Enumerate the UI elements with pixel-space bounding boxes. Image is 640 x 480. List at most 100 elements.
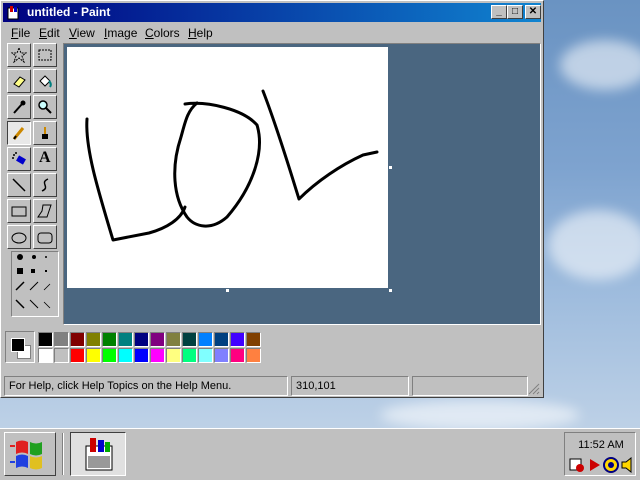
palette-swatch[interactable] [182, 348, 197, 363]
tool-select[interactable] [33, 43, 57, 67]
window-title: untitled - Paint [27, 5, 111, 19]
palette-swatch[interactable] [198, 348, 213, 363]
resize-handle-corner[interactable] [389, 289, 392, 292]
palette-swatch[interactable] [230, 348, 245, 363]
rounded-rect-icon [37, 232, 53, 244]
curve-icon [41, 178, 49, 192]
polygon-icon [37, 204, 52, 218]
brush-shape-options [15, 254, 51, 309]
palette-swatch[interactable] [38, 348, 53, 363]
tool-brush[interactable] [33, 121, 57, 145]
tool-rounded-rectangle[interactable] [33, 225, 57, 249]
eyedropper-icon [13, 100, 26, 114]
palette-swatch[interactable] [54, 348, 69, 363]
rectangle-icon [11, 206, 27, 217]
palette-swatch[interactable] [38, 332, 53, 347]
tool-rectangle[interactable] [7, 199, 31, 223]
palette-swatch[interactable] [102, 348, 117, 363]
menu-view[interactable]: View [69, 26, 95, 40]
menu-bar: File Edit View Image Colors Help [4, 23, 540, 43]
toolbox: A [7, 43, 59, 317]
palette-swatch[interactable] [150, 332, 165, 347]
scheduler-icon[interactable] [569, 457, 585, 473]
tool-polygon[interactable] [33, 199, 57, 223]
tool-fill[interactable] [33, 69, 57, 93]
paint-window: untitled - Paint _ □ ✕ File Edit View Im… [0, 0, 544, 398]
menu-help[interactable]: Help [188, 26, 213, 40]
resize-handle-right[interactable] [389, 166, 392, 169]
menu-edit[interactable]: Edit [39, 26, 60, 40]
palette-swatch[interactable] [118, 332, 133, 347]
palette-swatch[interactable] [150, 348, 165, 363]
network-icon[interactable] [603, 457, 619, 473]
palette-swatch[interactable] [230, 332, 245, 347]
ellipse-icon [11, 232, 27, 244]
tool-pencil[interactable] [7, 121, 31, 145]
text-icon: A [39, 149, 51, 166]
size-grip-icon[interactable] [528, 383, 540, 395]
star-select-icon [11, 47, 27, 63]
drawing-strokes [85, 89, 379, 242]
minimize-button[interactable]: _ [491, 5, 507, 19]
palette-swatch[interactable] [134, 348, 149, 363]
drawing-canvas[interactable] [67, 47, 388, 288]
status-bar: For Help, click Help Topics on the Help … [4, 376, 542, 396]
tool-eraser[interactable] [7, 69, 31, 93]
palette-swatch[interactable] [246, 348, 261, 363]
status-size [412, 376, 528, 396]
menu-image[interactable]: Image [104, 26, 137, 40]
tool-pick-color[interactable] [7, 95, 31, 119]
menu-colors[interactable]: Colors [145, 26, 180, 40]
palette-swatch[interactable] [102, 332, 117, 347]
volume-icon[interactable] [621, 457, 635, 473]
system-tray: 11:52 AM [564, 432, 636, 476]
maximize-icon: □ [511, 6, 519, 17]
eraser-icon [13, 76, 26, 88]
tool-text[interactable]: A [33, 147, 57, 171]
current-colors[interactable] [5, 331, 35, 363]
tool-ellipse[interactable] [7, 225, 31, 249]
close-icon: ✕ [528, 6, 538, 17]
start-button[interactable] [4, 432, 56, 476]
minimize-icon: _ [496, 6, 502, 17]
cloud [380, 400, 580, 430]
status-help-text: For Help, click Help Topics on the Help … [4, 376, 288, 396]
palette-swatch[interactable] [54, 332, 69, 347]
palette-swatch[interactable] [134, 332, 149, 347]
palette-swatch[interactable] [166, 348, 181, 363]
palette-swatch[interactable] [214, 332, 229, 347]
play-icon[interactable] [589, 458, 601, 472]
magnifier-icon [38, 100, 52, 114]
palette-swatch[interactable] [86, 332, 101, 347]
menu-file[interactable]: File [11, 26, 30, 40]
palette-swatch[interactable] [166, 332, 181, 347]
foreground-color [11, 338, 25, 352]
palette-swatch[interactable] [246, 332, 261, 347]
palette-swatch[interactable] [118, 348, 133, 363]
paint-app-icon [7, 6, 19, 20]
maximize-button[interactable]: □ [507, 5, 523, 19]
cloud [548, 210, 640, 280]
resize-handle-bottom[interactable] [226, 289, 229, 292]
canvas-scroll-area [63, 43, 541, 325]
palette-swatch[interactable] [70, 332, 85, 347]
pencil-icon [12, 127, 25, 140]
tool-options[interactable] [11, 251, 59, 317]
palette-swatch[interactable] [86, 348, 101, 363]
tool-airbrush[interactable] [7, 147, 31, 171]
clock[interactable]: 11:52 AM [565, 439, 637, 451]
title-bar[interactable]: untitled - Paint _ □ ✕ [3, 3, 541, 22]
windows-logo-icon [10, 440, 42, 470]
palette-swatch[interactable] [198, 332, 213, 347]
rect-select-icon [38, 49, 52, 61]
tool-free-form-select[interactable] [7, 43, 31, 67]
tool-curve[interactable] [33, 173, 57, 197]
palette-swatch[interactable] [214, 348, 229, 363]
palette-swatch[interactable] [182, 332, 197, 347]
palette-swatch[interactable] [70, 348, 85, 363]
tool-magnifier[interactable] [33, 95, 57, 119]
close-button[interactable]: ✕ [525, 5, 541, 19]
taskbar-paint-button[interactable] [70, 432, 126, 476]
brush-icon [42, 127, 48, 139]
tool-line[interactable] [7, 173, 31, 197]
